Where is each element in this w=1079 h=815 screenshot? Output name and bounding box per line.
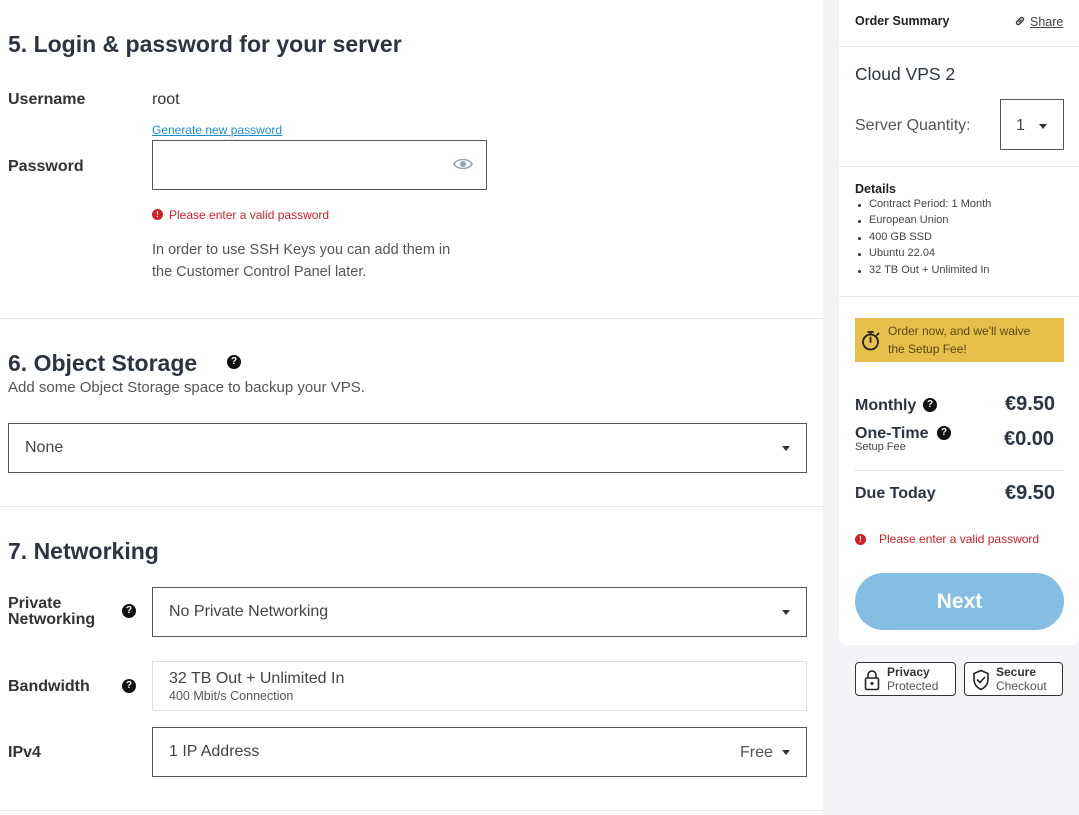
object-storage-subtitle: Add some Object Storage space to backup … — [8, 379, 365, 396]
configuration-panel: 5. Login & password for your server User… — [0, 0, 823, 815]
help-icon[interactable]: ? — [923, 398, 937, 412]
server-quantity-value: 1 — [1016, 117, 1025, 134]
divider — [839, 296, 1079, 297]
link-icon — [1014, 14, 1026, 32]
username-label: Username — [8, 91, 86, 108]
detail-item: 32 TB Out + Unlimited In — [869, 264, 990, 276]
next-button[interactable]: Next — [855, 573, 1064, 630]
due-today-price: €9.50 — [1005, 482, 1056, 504]
login-section-title: 5. Login & password for your server — [8, 31, 402, 57]
divider — [855, 470, 1064, 471]
error-icon: ! — [855, 534, 866, 545]
server-quantity-label: Server Quantity: — [855, 117, 971, 134]
divider — [839, 166, 1079, 167]
secure-checkout-badge: Secure Checkout — [964, 662, 1063, 696]
promo-line2: the Setup Fee! — [888, 342, 967, 356]
divider — [0, 810, 823, 811]
private-networking-select[interactable]: No Private Networking — [152, 587, 807, 637]
privacy-protected-badge: Privacy Protected — [855, 662, 956, 696]
shield-check-icon — [972, 669, 990, 696]
networking-title: 7. Networking — [8, 538, 159, 564]
bullet — [858, 237, 861, 240]
ipv4-price: Free — [740, 744, 773, 761]
detail-item: Contract Period: 1 Month — [869, 198, 992, 210]
stopwatch-icon — [861, 330, 880, 356]
bullet — [858, 204, 861, 207]
due-today-label: Due Today — [855, 485, 936, 502]
bullet — [858, 253, 861, 256]
ipv4-selected: 1 IP Address — [169, 743, 260, 760]
summary-error: Please enter a valid password — [879, 532, 1040, 546]
chevron-down-icon — [1039, 124, 1047, 129]
help-icon[interactable]: ? — [122, 679, 136, 693]
help-icon[interactable]: ? — [227, 355, 241, 369]
bandwidth-field: 32 TB Out + Unlimited In 400 Mbit/s Conn… — [152, 661, 807, 711]
order-summary-title: Order Summary — [855, 14, 950, 28]
chevron-down-icon — [782, 446, 790, 451]
bandwidth-value: 32 TB Out + Unlimited In — [169, 670, 345, 687]
promo-line1: Order now, and we'll waive — [888, 324, 1031, 338]
generate-password-link[interactable]: Generate new password — [152, 123, 282, 137]
username-value: root — [152, 91, 180, 108]
bullet — [858, 220, 861, 223]
bandwidth-sub: 400 Mbit/s Connection — [169, 689, 294, 703]
object-storage-selected: None — [25, 439, 64, 456]
object-storage-select[interactable]: None — [8, 423, 807, 473]
password-error: Please enter a valid password — [169, 208, 330, 222]
private-networking-label-line1: Private — [8, 595, 62, 612]
error-icon: ! — [152, 209, 163, 220]
secure-line1: Secure — [996, 665, 1037, 679]
monthly-price: €9.50 — [1005, 393, 1056, 415]
divider — [839, 46, 1079, 47]
divider — [0, 318, 823, 319]
chevron-down-icon — [782, 610, 790, 615]
detail-item: Ubuntu 22.04 — [869, 247, 936, 259]
ipv4-select[interactable]: 1 IP Address Free — [152, 727, 807, 777]
secure-line2: Checkout — [996, 679, 1047, 693]
product-name: Cloud VPS 2 — [855, 64, 956, 84]
chevron-down-icon — [782, 750, 790, 755]
bullet — [858, 270, 861, 273]
help-icon[interactable]: ? — [122, 604, 136, 618]
ssh-note-line1: In order to use SSH Keys you can add the… — [152, 242, 451, 258]
details-title: Details — [855, 182, 896, 196]
privacy-line1: Privacy — [887, 665, 930, 679]
private-networking-label: Private Networking — [8, 596, 95, 628]
private-networking-label-line2: Networking — [8, 611, 96, 628]
lock-icon — [864, 669, 880, 696]
share-label: Share — [1030, 15, 1064, 29]
setup-fee-promo: Order now, and we'll waive the Setup Fee… — [855, 318, 1064, 362]
private-networking-selected: No Private Networking — [169, 603, 329, 620]
monthly-label: Monthly — [855, 397, 917, 414]
help-icon[interactable]: ? — [937, 426, 951, 440]
detail-item: European Union — [869, 214, 949, 226]
onetime-price: €0.00 — [1004, 428, 1055, 450]
eye-icon[interactable] — [453, 156, 473, 177]
password-label: Password — [8, 158, 84, 175]
password-input[interactable] — [152, 140, 487, 190]
object-storage-title: 6. Object Storage — [8, 350, 198, 376]
ipv4-label: IPv4 — [8, 744, 41, 761]
server-quantity-select[interactable]: 1 — [1000, 99, 1064, 150]
privacy-line2: Protected — [887, 679, 939, 693]
ssh-note-line2: the Customer Control Panel later. — [152, 264, 367, 280]
divider — [0, 506, 823, 507]
onetime-sub: Setup Fee — [855, 441, 906, 453]
bandwidth-label: Bandwidth — [8, 678, 90, 695]
detail-item: 400 GB SSD — [869, 231, 932, 243]
